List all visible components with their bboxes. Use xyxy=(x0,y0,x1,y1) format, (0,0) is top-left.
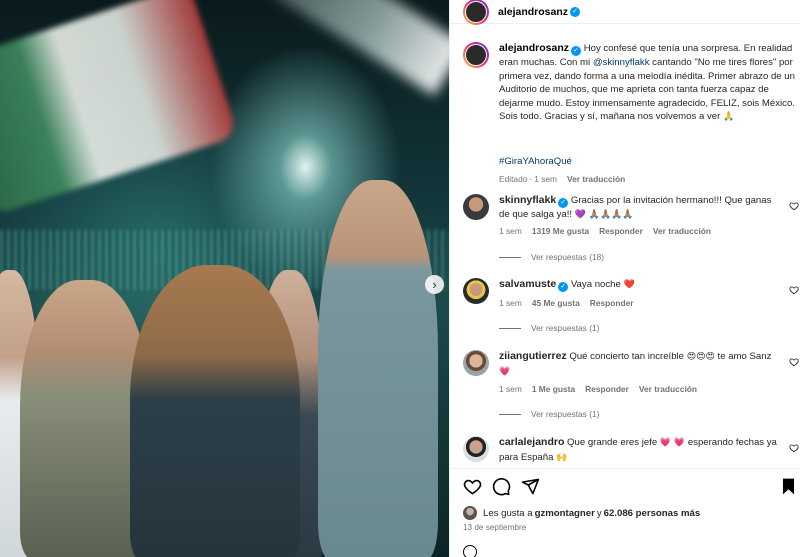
commenter-avatar[interactable] xyxy=(463,350,489,376)
like-comment-icon[interactable] xyxy=(789,285,799,295)
likes-middle: y xyxy=(596,507,602,519)
caption-time: 1 sem xyxy=(534,174,558,184)
post-panel: alejandrosanz ✓ alejandrosanz ✓ Hoy confe… xyxy=(449,0,800,557)
verified-icon: ✓ xyxy=(571,46,582,56)
post-actions: Les gusta a gzmontagner y 62.086 persona… xyxy=(450,468,800,557)
comment-time: 1 sem xyxy=(499,384,522,394)
likes-prefix: Les gusta a xyxy=(483,507,533,519)
flag-shape xyxy=(0,0,239,217)
comments-scroll[interactable]: alejandrosanz ✓ Hoy confesé que tenía una… xyxy=(450,36,800,468)
comment-text: skinnyflakk ✓ Gracias por la invitación h… xyxy=(499,194,779,223)
caption-username[interactable]: alejandrosanz xyxy=(499,42,569,54)
commenter-username[interactable]: ziiangutierrez xyxy=(499,350,567,362)
account-username[interactable]: alejandrosanz xyxy=(498,6,568,18)
chevron-right-icon: › xyxy=(432,277,437,292)
comment-emoji: 😍😍😍 xyxy=(686,352,715,362)
view-replies-label: Ver respuestas (18) xyxy=(531,252,605,262)
commenter-avatar[interactable] xyxy=(463,278,489,304)
comment-meta: 1 sem 45 Me gusta Responder xyxy=(499,298,634,308)
hashtag-link[interactable]: #GiraYAhoraQué xyxy=(499,156,572,167)
see-translation-button[interactable]: Ver traducción xyxy=(639,384,697,394)
comment-text: ziiangutierrez Qué concierto tan increíb… xyxy=(499,350,779,379)
comment-emoji: 💜 🙏🏽🙏🏽🙏🏽🙏🏽 xyxy=(574,210,634,220)
verified-icon: ✓ xyxy=(570,6,581,17)
commenter-username[interactable]: skinnyflakk xyxy=(499,194,556,206)
separator-dot: · xyxy=(529,174,533,184)
likes-summary: Les gusta a gzmontagner y 62.086 persona… xyxy=(463,506,700,520)
comment-body: Qué concierto tan increíble xyxy=(569,351,685,362)
like-comment-icon[interactable] xyxy=(789,443,799,453)
heart-icon[interactable] xyxy=(463,477,482,496)
comment-emoji: 💗 💗 xyxy=(659,438,686,448)
caption-avatar[interactable] xyxy=(463,42,489,68)
likes-count[interactable]: 62.086 personas más xyxy=(604,508,701,519)
audience-person xyxy=(318,180,438,557)
audience-person xyxy=(130,265,300,557)
comment-emoji: 💗 xyxy=(499,366,511,377)
comment-meta: 1 sem 1319 Me gusta Responder Ver traducció… xyxy=(499,226,711,236)
reply-button[interactable]: Responder xyxy=(590,298,634,308)
next-media-button[interactable]: › xyxy=(425,275,444,294)
caption-text: alejandrosanz ✓ Hoy confesé que tenía una… xyxy=(499,42,795,125)
comment-time: 1 sem xyxy=(499,298,522,308)
comment-text: salvamuste ✓ Vaya noche ❤️ xyxy=(499,278,779,293)
comment-text: carlalejandro Que grande eres jefe 💗 💗 e… xyxy=(499,436,779,465)
commenter-avatar[interactable] xyxy=(463,194,489,220)
liker-avatar[interactable] xyxy=(463,506,477,520)
bookmark-icon[interactable] xyxy=(779,477,798,496)
view-replies-label: Ver respuestas (1) xyxy=(531,409,600,419)
comment-icon[interactable] xyxy=(492,477,511,496)
view-replies-button[interactable]: Ver respuestas (1) xyxy=(499,323,599,333)
action-icons xyxy=(463,477,798,499)
caption-meta: Editado · 1 sem Ver traducción xyxy=(499,174,625,184)
pray-emoji: 🙏 xyxy=(722,112,735,123)
comment-body: Vaya noche xyxy=(570,279,621,290)
view-replies-button[interactable]: Ver respuestas (18) xyxy=(499,252,604,262)
edited-label: Editado xyxy=(499,174,528,184)
comment-meta: 1 sem 1 Me gusta Responder Ver traducción xyxy=(499,384,697,394)
reply-button[interactable]: Responder xyxy=(599,226,643,236)
post-header: alejandrosanz ✓ xyxy=(450,0,800,25)
share-icon[interactable] xyxy=(521,477,540,496)
commenter-username[interactable]: carlalejandro xyxy=(499,436,564,448)
account-avatar[interactable] xyxy=(463,0,489,25)
view-replies-button[interactable]: Ver respuestas (1) xyxy=(499,409,599,419)
like-comment-icon[interactable] xyxy=(789,201,799,211)
comment-body: Que grande eres jefe xyxy=(567,437,658,448)
comment-likes[interactable]: 45 Me gusta xyxy=(532,298,580,308)
liker-username[interactable]: gzmontagner xyxy=(535,508,595,519)
comment-emoji: ❤️ xyxy=(623,280,635,290)
comment-likes[interactable]: 1 Me gusta xyxy=(532,384,575,394)
post-media[interactable]: › xyxy=(0,0,449,557)
commenter-username[interactable]: salvamuste xyxy=(499,278,556,290)
view-replies-label: Ver respuestas (1) xyxy=(531,323,600,333)
emoji-icon[interactable] xyxy=(463,545,477,557)
post-date: 13 de septiembre xyxy=(463,523,527,532)
see-translation-button[interactable]: Ver traducción xyxy=(653,226,711,236)
verified-icon: ✓ xyxy=(558,198,569,208)
mention-link[interactable]: @skinnyflakk xyxy=(593,57,650,68)
commenter-avatar[interactable] xyxy=(463,436,489,462)
see-translation-button[interactable]: Ver traducción xyxy=(567,174,625,184)
verified-icon: ✓ xyxy=(558,282,569,292)
like-comment-icon[interactable] xyxy=(789,357,799,367)
comment-emoji: 🙌 xyxy=(556,452,568,463)
comment-likes[interactable]: 1319 Me gusta xyxy=(532,226,589,236)
comment-time: 1 sem xyxy=(499,226,522,236)
comment-body-part: te amo Sanz xyxy=(717,351,772,362)
reply-button[interactable]: Responder xyxy=(585,384,629,394)
